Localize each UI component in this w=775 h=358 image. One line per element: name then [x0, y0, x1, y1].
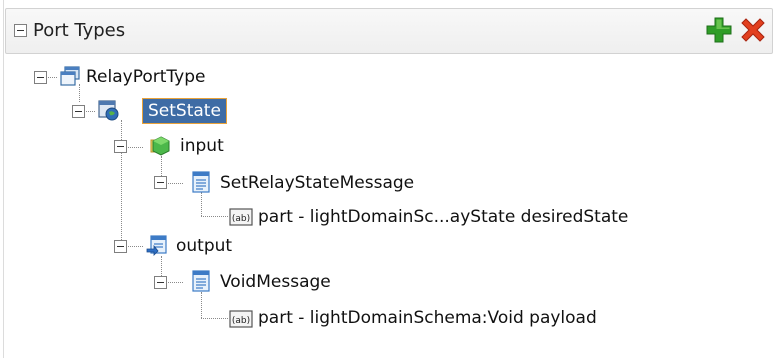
tree-line — [121, 120, 122, 244]
ab-field-icon: (ab) — [229, 208, 253, 226]
tree-line — [201, 216, 228, 217]
input-icon — [150, 136, 170, 156]
ab-field-icon: (ab) — [229, 310, 253, 328]
tree-line — [125, 246, 143, 247]
svg-text:(ab): (ab) — [232, 316, 250, 326]
tree-node-input-part[interactable]: part - lightDomainSc...ayState desiredSt… — [258, 206, 628, 228]
port-types-panel: Port Types RelayPortType SetState input … — [0, 0, 775, 358]
tree-line — [201, 292, 202, 318]
plus-icon[interactable] — [704, 15, 734, 45]
tree-node-input[interactable]: input — [180, 135, 224, 157]
tree-line — [201, 192, 202, 216]
tree-node-output[interactable]: output — [176, 235, 232, 257]
tree-line — [165, 183, 183, 184]
expand-toggle-relayporttype[interactable] — [34, 71, 47, 84]
tree-node-setrelaystatemessage[interactable]: SetRelayStateMessage — [220, 172, 414, 194]
expand-toggle-input[interactable] — [114, 140, 127, 153]
operation-icon — [98, 100, 119, 121]
tree-line — [125, 147, 143, 148]
tree-node-relayporttype[interactable]: RelayPortType — [86, 66, 205, 88]
collapse-panel-toggle[interactable] — [14, 24, 27, 37]
expand-toggle-voidmessage[interactable] — [154, 276, 167, 289]
message-icon — [192, 270, 210, 292]
tree-line — [201, 318, 228, 319]
x-icon[interactable] — [738, 15, 768, 45]
tree-node-setstate[interactable]: SetState — [142, 98, 227, 124]
expand-toggle-setrelaystatemessage[interactable] — [154, 176, 167, 189]
expand-toggle-setstate[interactable] — [72, 105, 85, 118]
tree-node-voidmessage[interactable]: VoidMessage — [220, 271, 331, 293]
tree-node-output-part[interactable]: part - lightDomainSchema:Void payload — [258, 307, 597, 329]
output-icon — [146, 235, 167, 256]
svg-text:(ab): (ab) — [232, 214, 250, 224]
message-icon — [192, 171, 210, 193]
expand-toggle-output[interactable] — [114, 240, 127, 253]
port-type-icon — [60, 66, 80, 86]
tree-line — [165, 282, 183, 283]
left-border — [3, 0, 4, 358]
panel-title: Port Types — [33, 20, 126, 41]
